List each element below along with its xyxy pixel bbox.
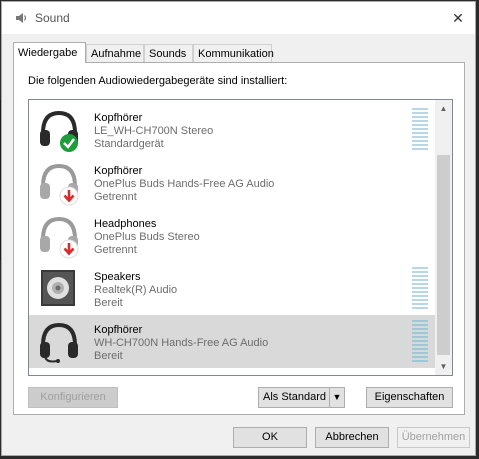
volume-meter [412,108,428,151]
volume-meter [412,320,428,363]
device-status: Bereit [94,350,123,362]
title-bar[interactable]: Sound ✕ [2,2,475,34]
sound-dialog: Sound ✕ Wiedergabe Aufnahme Sounds Kommu… [1,1,476,456]
list-item[interactable]: Kopfhörer LE_WH-CH700N Stereo Standardge… [29,103,435,156]
speaker-icon [16,13,27,23]
device-name: Kopfhörer [94,165,143,177]
device-status: Standardgerät [94,138,164,150]
configure-button[interactable]: Konfigurieren [28,387,118,408]
device-description: OnePlus Buds Stereo [94,231,200,243]
red-down-arrow-icon [59,239,79,259]
tab-kommunikation[interactable]: Kommunikation [193,44,274,62]
device-description: Realtek(R) Audio [94,284,178,296]
device-status: Getrennt [94,244,137,256]
tab-wiedergabe[interactable]: Wiedergabe [13,42,86,63]
device-status: Bereit [94,297,123,309]
ok-button[interactable]: OK [233,427,307,448]
instruction-text: Die folgenden Audiowiedergabegeräte sind… [28,75,288,87]
list-item[interactable]: Speakers Realtek(R) Audio Bereit [29,262,435,315]
set-default-label: Als Standard [263,391,326,403]
window-title: Sound [35,11,70,25]
list-item-selected[interactable]: Kopfhörer WH-CH700N Hands-Free AG Audio … [29,315,435,368]
speaker-box-icon [41,270,75,306]
device-description: OnePlus Buds Hands-Free AG Audio [94,178,275,190]
list-item[interactable]: Headphones OnePlus Buds Stereo Getrennt [29,209,435,262]
tab-panel: Die folgenden Audiowiedergabegeräte sind… [13,62,465,415]
headset-icon [40,322,78,363]
scroll-up-arrow-icon[interactable]: ▲ [435,100,452,117]
list-scrollbar[interactable]: ▲ ▼ [435,100,452,375]
device-description: WH-CH700N Hands-Free AG Audio [94,337,269,349]
scroll-down-arrow-icon[interactable]: ▼ [435,358,452,375]
apply-button[interactable]: Übernehmen [397,427,470,448]
volume-meter [412,267,428,310]
device-name: Speakers [94,271,141,283]
cancel-button[interactable]: Abbrechen [315,427,389,448]
device-status: Getrennt [94,191,137,203]
list-item[interactable]: Kopfhörer OnePlus Buds Hands-Free AG Aud… [29,156,435,209]
close-button[interactable]: ✕ [441,2,475,34]
tab-sounds[interactable]: Sounds [144,44,193,62]
device-name: Kopfhörer [94,112,143,124]
device-name: Kopfhörer [94,324,143,336]
device-description: LE_WH-CH700N Stereo [94,125,214,137]
set-default-split-button[interactable]: Als Standard ▼ [258,387,345,408]
device-name: Headphones [94,218,157,230]
device-list[interactable]: Kopfhörer LE_WH-CH700N Stereo Standardge… [28,99,453,376]
properties-button[interactable]: Eigenschaften [366,387,453,408]
red-down-arrow-icon [59,186,79,206]
green-check-icon [60,134,78,152]
dropdown-arrow-icon[interactable]: ▼ [329,388,344,407]
tab-aufnahme[interactable]: Aufnahme [86,44,144,62]
scroll-thumb[interactable] [437,155,450,355]
